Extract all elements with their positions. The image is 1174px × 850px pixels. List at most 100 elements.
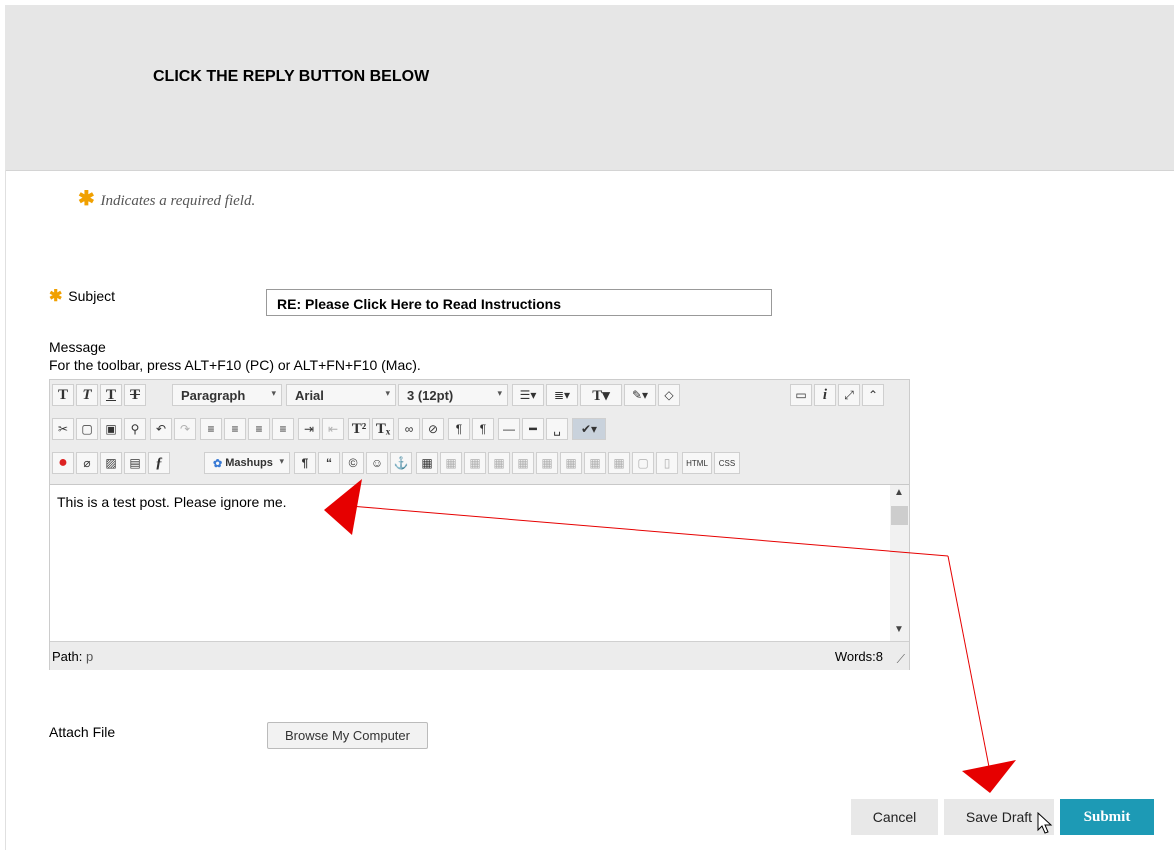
message-text: This is a test post. Please ignore me.: [57, 494, 287, 510]
attachment-icon[interactable]: ⌀: [76, 452, 98, 474]
image-icon[interactable]: ▨: [100, 452, 122, 474]
message-body[interactable]: This is a test post. Please ignore me.: [50, 485, 890, 641]
font-family-select[interactable]: Arial ▾: [286, 384, 396, 406]
toolbar-row-1: T T T T Paragraph ▾ Arial ▾ 3 (12pt) ▾ ☰▾ ≣…: [50, 382, 909, 408]
subject-value: RE: Please Click Here to Read Instructio…: [277, 296, 561, 312]
editor-toolbar: T T T T Paragraph ▾ Arial ▾ 3 (12pt) ▾ ☰▾ ≣…: [50, 380, 909, 485]
horizontal-rule-icon[interactable]: —: [498, 418, 520, 440]
resize-handle-icon[interactable]: ⟋: [897, 652, 905, 667]
arrowhead-icon: [962, 760, 1016, 793]
collapse-icon[interactable]: ⌃: [862, 384, 884, 406]
rtl-icon[interactable]: ¶: [472, 418, 494, 440]
copy-icon[interactable]: ▢: [76, 418, 98, 440]
copyright-icon[interactable]: ©: [342, 452, 364, 474]
align-center-icon[interactable]: ≡: [224, 418, 246, 440]
insert-row-before-icon[interactable]: ▦: [488, 452, 510, 474]
html-button[interactable]: HTML: [682, 452, 712, 474]
css-label: CSS: [718, 458, 736, 468]
instruction-banner: CLICK THE REPLY BUTTON BELOW: [5, 5, 1174, 171]
blockquote-icon[interactable]: “: [318, 452, 340, 474]
message-label: Message: [49, 339, 106, 355]
delete-col-icon[interactable]: ▦: [608, 452, 630, 474]
scroll-up-icon[interactable]: ▲: [894, 487, 904, 498]
content-border: [5, 170, 6, 850]
delete-row-icon[interactable]: ▦: [536, 452, 558, 474]
nonbreaking-space-icon[interactable]: ␣: [546, 418, 568, 440]
required-note-text: Indicates a required field.: [100, 193, 256, 209]
emoticon-icon[interactable]: ☺: [366, 452, 388, 474]
undo-icon[interactable]: ↶: [150, 418, 172, 440]
bold-icon[interactable]: T: [52, 384, 74, 406]
numbered-list-icon[interactable]: ≣▾: [546, 384, 578, 406]
link-icon[interactable]: ∞: [398, 418, 420, 440]
html-label: HTML: [686, 458, 708, 468]
size-select-value: 3 (12pt): [407, 387, 454, 403]
insert-col-after-icon[interactable]: ▦: [584, 452, 606, 474]
paragraph-mark-icon[interactable]: ¶: [294, 452, 316, 474]
mouse-pointer-icon: [1037, 812, 1053, 834]
mashups-label: Mashups: [225, 457, 273, 469]
info-icon[interactable]: i: [814, 384, 836, 406]
fullscreen-icon[interactable]: ⤢: [838, 384, 860, 406]
table-icon[interactable]: ▦: [416, 452, 438, 474]
highlight-icon[interactable]: ✎▾: [624, 384, 656, 406]
css-button[interactable]: CSS: [714, 452, 740, 474]
subject-label: ✱ Subject: [49, 286, 115, 306]
path-label: Path:: [52, 649, 83, 664]
redo-icon[interactable]: ↷: [174, 418, 196, 440]
insert-col-before-icon[interactable]: ▦: [560, 452, 582, 474]
italic-icon[interactable]: T: [76, 384, 98, 406]
required-field-note: ✱ Indicates a required field.: [78, 186, 255, 211]
editor-scrollbar[interactable]: ▲ ▼: [890, 485, 909, 641]
eraser-icon[interactable]: ◇: [658, 384, 680, 406]
subject-input[interactable]: RE: Please Click Here to Read Instructio…: [266, 289, 772, 316]
scrollbar-thumb[interactable]: [891, 506, 908, 525]
unlink-icon[interactable]: ⊘: [422, 418, 444, 440]
media-icon[interactable]: ▤: [124, 452, 146, 474]
mashups-select[interactable]: ✿ Mashups ▾: [204, 452, 290, 474]
chevron-down-icon: ▾: [279, 456, 284, 466]
split-cells-icon[interactable]: ▢: [632, 452, 654, 474]
subject-label-text: Subject: [68, 288, 115, 304]
spellcheck-icon[interactable]: ✔▾: [572, 418, 606, 440]
toolbar-hint: For the toolbar, press ALT+F10 (PC) or A…: [49, 357, 421, 373]
required-star-icon: ✱: [49, 288, 63, 305]
scroll-down-icon[interactable]: ▼: [894, 624, 904, 635]
cancel-button[interactable]: Cancel: [851, 799, 938, 835]
underline-icon[interactable]: T: [100, 384, 122, 406]
subscript-icon[interactable]: Tₓ: [372, 418, 394, 440]
outdent-icon[interactable]: ⇤: [322, 418, 344, 440]
justify-icon[interactable]: ≡: [272, 418, 294, 440]
thick-rule-icon[interactable]: ━: [522, 418, 544, 440]
word-count: Words:8: [834, 649, 883, 664]
youtube-icon[interactable]: ●: [52, 452, 74, 474]
anchor-icon[interactable]: ⚓: [390, 452, 412, 474]
bullet-list-icon[interactable]: ☰▾: [512, 384, 544, 406]
text-color-icon[interactable]: T▾: [580, 384, 622, 406]
preview-icon[interactable]: ▭: [790, 384, 812, 406]
format-select-value: Paragraph: [181, 387, 246, 403]
ltr-icon[interactable]: ¶: [448, 418, 470, 440]
font-select-value: Arial: [295, 387, 324, 403]
banner-title: CLICK THE REPLY BUTTON BELOW: [153, 68, 430, 85]
table-cell-props-icon[interactable]: ▦: [464, 452, 486, 474]
insert-row-after-icon[interactable]: ▦: [512, 452, 534, 474]
formula-icon[interactable]: ƒ: [148, 452, 170, 474]
superscript-icon[interactable]: T²: [348, 418, 370, 440]
paste-icon[interactable]: ▣: [100, 418, 122, 440]
table-row-props-icon[interactable]: ▦: [440, 452, 462, 474]
chevron-down-icon: ▾: [497, 388, 502, 398]
cut-icon[interactable]: ✂: [52, 418, 74, 440]
submit-button[interactable]: Submit: [1060, 799, 1154, 835]
path-value[interactable]: p: [86, 649, 93, 664]
format-select[interactable]: Paragraph ▾: [172, 384, 282, 406]
find-icon[interactable]: ⚲: [124, 418, 146, 440]
indent-icon[interactable]: ⇥: [298, 418, 320, 440]
font-size-select[interactable]: 3 (12pt) ▾: [398, 384, 508, 406]
align-left-icon[interactable]: ≡: [200, 418, 222, 440]
strikethrough-icon[interactable]: T: [124, 384, 146, 406]
browse-my-computer-button[interactable]: Browse My Computer: [267, 722, 428, 749]
element-path: Path: p: [52, 649, 93, 664]
align-right-icon[interactable]: ≡: [248, 418, 270, 440]
merge-cells-icon[interactable]: ▯: [656, 452, 678, 474]
